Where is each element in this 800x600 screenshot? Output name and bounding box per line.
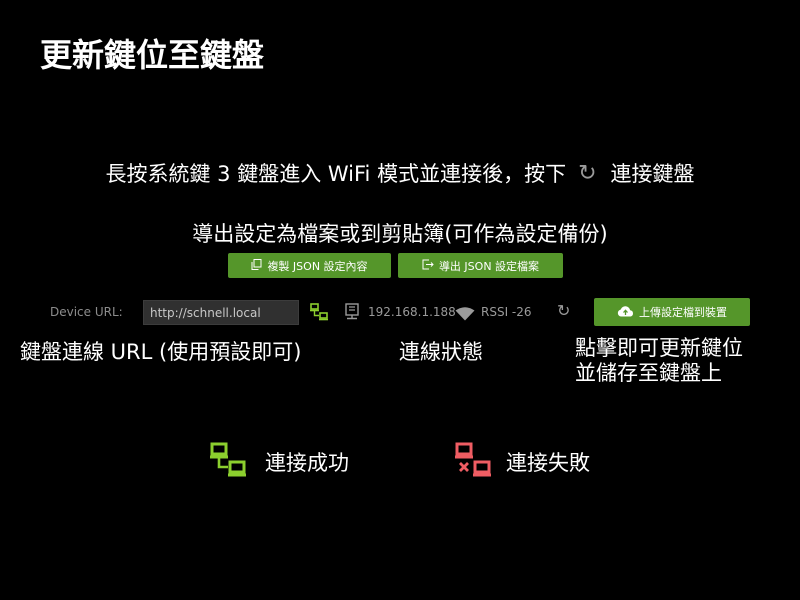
- refresh-button-icon[interactable]: ↻: [557, 301, 570, 320]
- server-icon: [344, 303, 360, 324]
- device-url-label: Device URL:: [50, 305, 123, 319]
- export-description: 導出設定為檔案或到剪貼簿(可作為設定備份): [192, 222, 608, 246]
- legend-success-label: 連接成功: [265, 451, 349, 475]
- legend-fail-label: 連接失敗: [506, 451, 590, 475]
- export-json-button[interactable]: 導出 JSON 設定檔案: [398, 253, 563, 278]
- copy-icon: [251, 258, 262, 273]
- export-json-label: 導出 JSON 設定檔案: [438, 259, 540, 273]
- instruction-line: 長按系統鍵 3 鍵盤進入 WiFi 模式並連接後，按下 ↻ 連接鍵盤: [0, 158, 800, 188]
- annotation-click: 點擊即可更新鍵位 並儲存至鍵盤上: [575, 336, 743, 386]
- upload-config-label: 上傳設定檔到裝置: [639, 306, 727, 319]
- connection-ok-icon: [310, 303, 328, 325]
- copy-json-label: 複製 JSON 設定內容: [267, 259, 368, 273]
- wifi-icon: [455, 306, 475, 325]
- instruction-text-before: 長按系統鍵 3 鍵盤進入 WiFi 模式並連接後，按下: [105, 162, 567, 186]
- ip-address: 192.168.1.188: [368, 305, 456, 319]
- annotation-click-line2: 並儲存至鍵盤上: [575, 361, 722, 385]
- annotation-status: 連線狀態: [399, 340, 483, 364]
- upload-cloud-icon: [617, 305, 634, 320]
- connection-fail-icon: [455, 442, 491, 482]
- device-url-input[interactable]: [143, 300, 299, 325]
- export-icon: [422, 259, 434, 273]
- copy-json-button[interactable]: 複製 JSON 設定內容: [228, 253, 391, 278]
- annotation-click-line1: 點擊即可更新鍵位: [575, 336, 743, 360]
- connection-ok-legend-icon: [210, 442, 246, 482]
- instruction-text-after: 連接鍵盤: [610, 162, 695, 186]
- page-title: 更新鍵位至鍵盤: [40, 36, 265, 74]
- rssi-value: RSSI -26: [481, 305, 532, 319]
- refresh-icon: ↻: [578, 160, 597, 186]
- upload-config-button[interactable]: 上傳設定檔到裝置: [594, 298, 750, 326]
- annotation-url: 鍵盤連線 URL (使用預設即可): [20, 340, 302, 364]
